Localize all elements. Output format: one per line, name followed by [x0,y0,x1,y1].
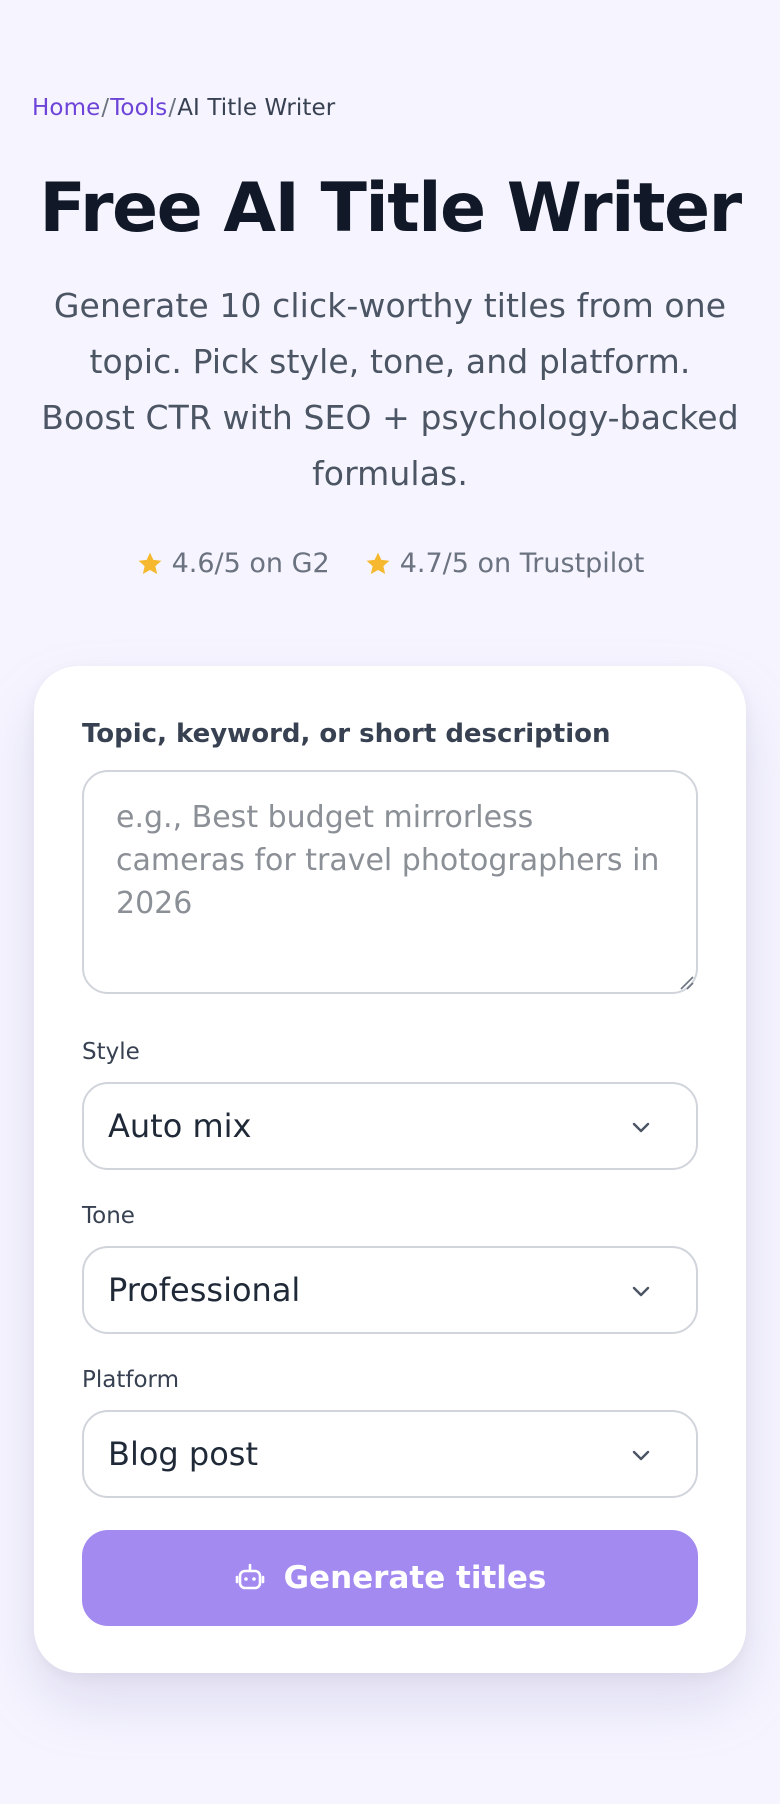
generate-titles-label: Generate titles [283,1560,547,1596]
robot-icon [235,1563,264,1590]
style-select[interactable]: Auto mix [82,1082,698,1170]
chevron-down-icon [632,1122,650,1133]
tone-label: Tone [82,1203,135,1229]
chevron-down-icon [632,1286,650,1297]
platform-select[interactable]: Blog post [82,1410,698,1498]
resize-handle-icon[interactable] [678,974,694,990]
breadcrumb-tools-link[interactable]: Tools [110,92,167,124]
star-icon [138,552,162,575]
rating-g2: 4.6/5 on G2 [136,544,330,584]
rating-g2-text: 4.6/5 on G2 [171,548,330,579]
tone-select[interactable]: Professional [82,1246,698,1334]
breadcrumb-separator: / [101,95,110,121]
rating-trustpilot-text: 4.7/5 on Trustpilot [399,548,645,579]
platform-label: Platform [82,1367,179,1393]
style-label: Style [82,1039,140,1065]
ratings-row: 4.6/5 on G2 4.7/5 on Trustpilot [0,544,780,584]
page-subtitle: Generate 10 click-worthy titles from one… [41,286,739,493]
star-icon [366,552,390,575]
tone-select-value: Professional [108,1271,301,1309]
generate-titles-button[interactable]: Generate titles [82,1530,698,1626]
platform-select-value: Blog post [108,1435,259,1473]
breadcrumb-home-link[interactable]: Home [32,92,100,124]
breadcrumb-separator: / [168,95,177,121]
style-select-value: Auto mix [108,1107,252,1145]
topic-label: Topic, keyword, or short description [82,719,611,749]
chevron-down-icon [632,1450,650,1461]
breadcrumb: Home / Tools / AI Title Writer [32,92,335,124]
breadcrumb-current: AI Title Writer [177,95,336,121]
title-generator-card: Topic, keyword, or short description Sty… [34,666,746,1673]
topic-input[interactable] [82,770,698,994]
rating-trustpilot: 4.7/5 on Trustpilot [364,544,645,584]
page-title: Free AI Title Writer [39,169,742,248]
